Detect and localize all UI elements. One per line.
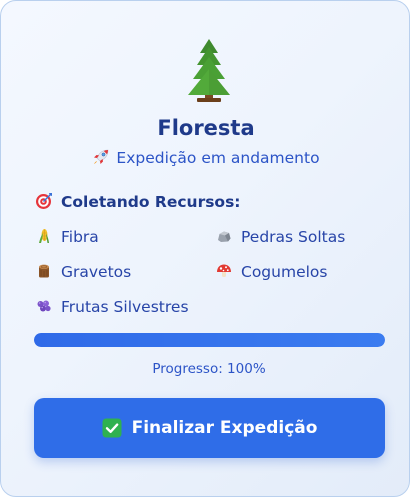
check-icon [102,418,122,438]
progress-label: Progresso: 100% [152,361,266,377]
resource-label: Cogumelos [241,263,328,281]
grapes-icon [37,300,51,312]
progress-bar [34,333,385,347]
resource-label: Frutas Silvestres [61,298,189,316]
expedition-title: Floresta [157,116,255,140]
expedition-card: Floresta Expedição em andamento Coletand… [0,0,410,497]
expedition-status: Expedição em andamento [1,147,409,169]
resource-label: Pedras Soltas [241,228,346,246]
resource-label: Fibra [61,228,99,246]
pine-tree-icon [188,39,230,102]
rocket-icon [94,149,109,164]
resources-heading-text: Coletando Recursos: [61,193,241,211]
finish-expedition-button[interactable]: Finalizar Expedição [34,398,385,458]
wood-icon [39,264,49,278]
resource-item: Pedras Soltas [216,226,345,248]
resource-item: Fibra [36,226,99,248]
resource-item: Gravetos [36,261,131,283]
mushroom-icon [217,264,231,277]
resource-item: Cogumelos [216,261,327,283]
resources-heading: Coletando Recursos: [35,191,241,213]
progress-bar-fill [34,333,385,347]
status-text: Expedição em andamento [116,149,320,167]
resource-item: Frutas Silvestres [36,296,189,318]
target-icon [36,193,52,209]
corn-icon [39,229,49,243]
finish-expedition-label: Finalizar Expedição [131,418,318,438]
rock-icon [218,231,231,242]
resource-label: Gravetos [61,263,132,281]
